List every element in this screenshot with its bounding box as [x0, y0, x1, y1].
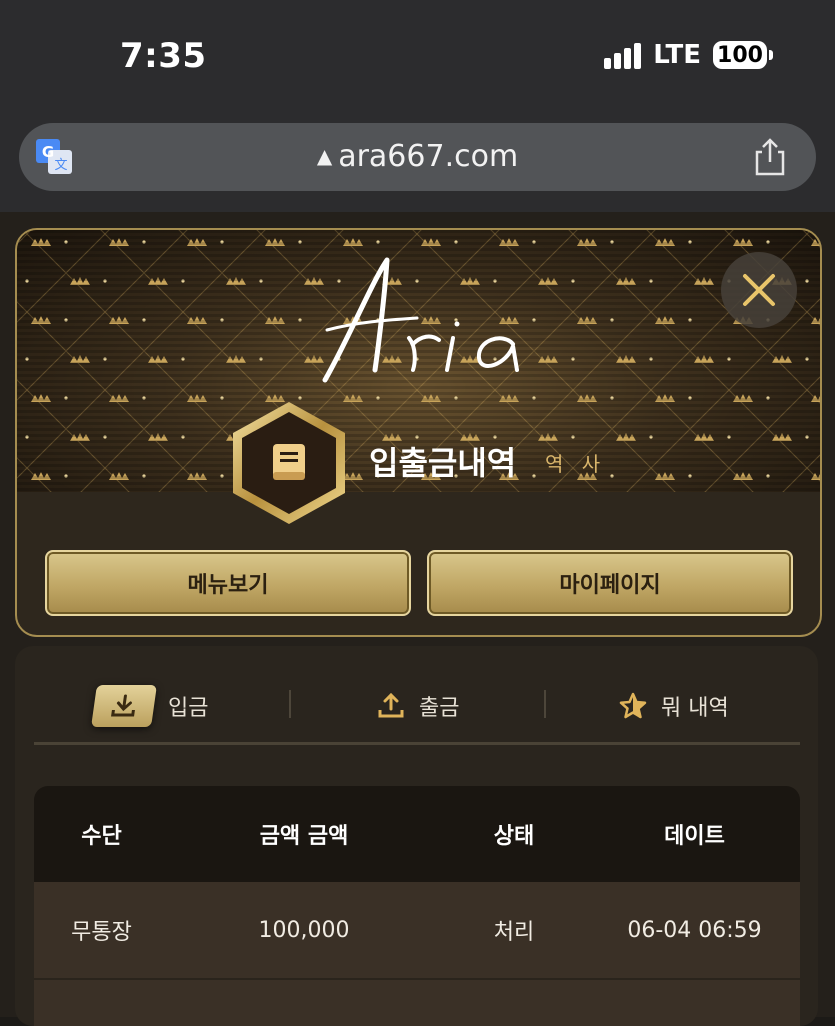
browser-chrome: 7:35 LTE 100 G 文 ▲ ara667.com [0, 0, 835, 212]
share-icon[interactable] [752, 137, 788, 177]
star-icon [619, 692, 647, 719]
menu-view-button[interactable]: 메뉴보기 [45, 550, 411, 616]
network-type: LTE [653, 40, 701, 70]
cell-date: 06-04 06:59 [627, 917, 762, 943]
mypage-button[interactable]: 마이페이지 [427, 550, 793, 616]
tabs-underline [34, 742, 800, 745]
close-button[interactable] [721, 252, 797, 328]
history-modal: 입출금내역 역 사 메뉴보기 마이페이지 [15, 228, 822, 637]
upload-icon [378, 692, 404, 718]
transaction-panel: 입금 출금 뭐 내역 수단 금액 금액 상태 데이트 무통장 100,000 처… [15, 646, 818, 1026]
tab-history-label: 뭐 내역 [661, 696, 729, 721]
battery-level: 100 [717, 42, 763, 68]
modal-title: 입출금내역 [369, 444, 517, 482]
tab-history[interactable]: 뭐 내역 [619, 684, 729, 728]
battery-icon: 100 [713, 41, 773, 69]
close-icon [743, 274, 775, 306]
tab-divider [289, 690, 291, 718]
warning-icon: ▲ [316, 144, 333, 168]
column-header-method: 수단 [81, 824, 122, 849]
column-header-date: 데이트 [664, 824, 725, 849]
tab-deposit[interactable]: 입금 [91, 684, 209, 728]
tab-withdraw-label: 출금 [419, 696, 460, 721]
modal-subtitle: 역 사 [545, 452, 607, 476]
download-icon [91, 685, 157, 727]
cell-status: 처리 [493, 920, 535, 945]
cell-method: 무통장 [71, 920, 132, 945]
transactions-table: 수단 금액 금액 상태 데이트 무통장 100,000 처리 06-04 06:… [34, 786, 800, 1026]
transaction-tabs: 입금 출금 뭐 내역 [34, 676, 800, 746]
column-header-status: 상태 [493, 824, 535, 849]
tab-deposit-label: 입금 [168, 696, 209, 721]
address-bar[interactable]: G 文 ▲ ara667.com [19, 123, 816, 191]
url-text: ara667.com [338, 139, 519, 174]
table-row [34, 980, 800, 1026]
book-badge-icon [233, 402, 345, 524]
table-header: 수단 금액 금액 상태 데이트 [34, 786, 800, 882]
status-time: 7:35 [120, 36, 207, 76]
aria-logo [322, 257, 519, 383]
column-header-amount: 금액 금액 [259, 824, 349, 849]
status-indicators: LTE 100 [604, 40, 773, 70]
signal-icon [604, 41, 642, 69]
table-row: 무통장 100,000 처리 06-04 06:59 [34, 882, 800, 980]
tab-divider [544, 690, 546, 718]
cell-amount: 100,000 [258, 917, 350, 943]
url-display[interactable]: ▲ ara667.com [19, 139, 816, 174]
tab-withdraw[interactable]: 출금 [377, 684, 459, 728]
